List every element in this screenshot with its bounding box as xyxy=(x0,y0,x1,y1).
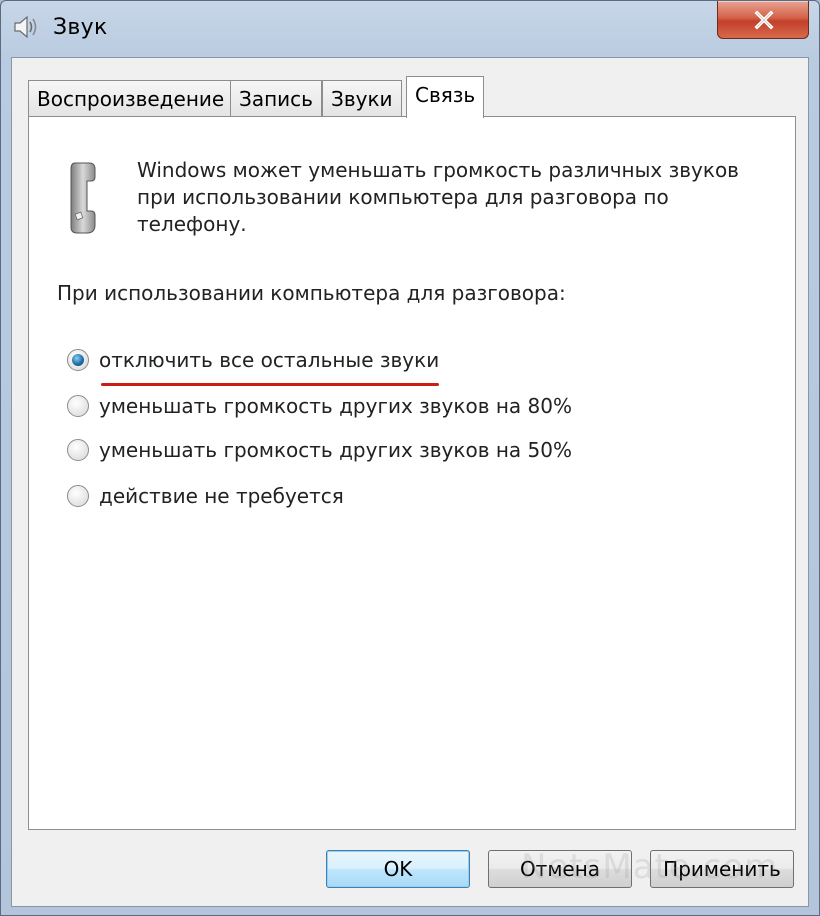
tab-recording-label: Запись xyxy=(239,87,313,111)
option-reduce-50[interactable]: уменьшать громкость других звуков на 50% xyxy=(67,435,572,465)
option-reduce-80[interactable]: уменьшать громкость других звуков на 80% xyxy=(67,391,572,421)
intro-text: Windows может уменьшать громкость различ… xyxy=(137,157,777,238)
dialog-client-area: Воспроизведение Запись Звуки Связь Windo… xyxy=(11,57,809,907)
intro-line-1: Windows может уменьшать громкость различ… xyxy=(137,158,739,182)
radio-reduce-50[interactable] xyxy=(67,439,89,461)
close-button[interactable] xyxy=(717,1,809,39)
tab-recording[interactable]: Запись xyxy=(230,80,322,116)
title-bar[interactable]: Звук xyxy=(1,1,819,57)
tab-playback-label: Воспроизведение xyxy=(37,87,225,111)
close-icon xyxy=(754,10,774,30)
tab-communications-label: Связь xyxy=(415,83,476,107)
option-mute-all-label: отключить все остальные звуки xyxy=(99,348,440,372)
tab-sounds-label: Звуки xyxy=(331,87,393,111)
intro-line-2: при использовании компьютера для разгово… xyxy=(137,185,669,209)
tab-communications[interactable]: Связь xyxy=(406,76,485,118)
speaker-icon xyxy=(11,13,39,41)
option-mute-all[interactable]: отключить все остальные звуки xyxy=(67,345,439,375)
watermark: NetsMate.com xyxy=(521,847,779,887)
radio-mute-all[interactable] xyxy=(67,349,89,371)
highlight-underline xyxy=(101,383,439,386)
radio-do-nothing[interactable] xyxy=(67,485,89,507)
sound-dialog-window: Звук Воспроизведение Запись Звуки Связь xyxy=(0,0,820,916)
window-title: Звук xyxy=(53,15,108,40)
option-do-nothing-label: действие не требуется xyxy=(99,484,344,508)
tab-playback[interactable]: Воспроизведение xyxy=(28,80,234,116)
option-reduce-50-label: уменьшать громкость других звуков на 50% xyxy=(99,438,572,462)
question-label: При использовании компьютера для разгово… xyxy=(57,281,566,305)
communications-panel: Windows может уменьшать громкость различ… xyxy=(28,116,796,830)
option-reduce-80-label: уменьшать громкость других звуков на 80% xyxy=(99,394,572,418)
intro-line-3: телефону. xyxy=(137,212,247,236)
ok-button-label: OK xyxy=(383,857,413,881)
tab-sounds[interactable]: Звуки xyxy=(322,80,402,116)
option-do-nothing[interactable]: действие не требуется xyxy=(67,481,344,511)
ok-button[interactable]: OK xyxy=(326,850,470,888)
radio-reduce-80[interactable] xyxy=(67,395,89,417)
telephone-handset-icon xyxy=(67,161,107,241)
